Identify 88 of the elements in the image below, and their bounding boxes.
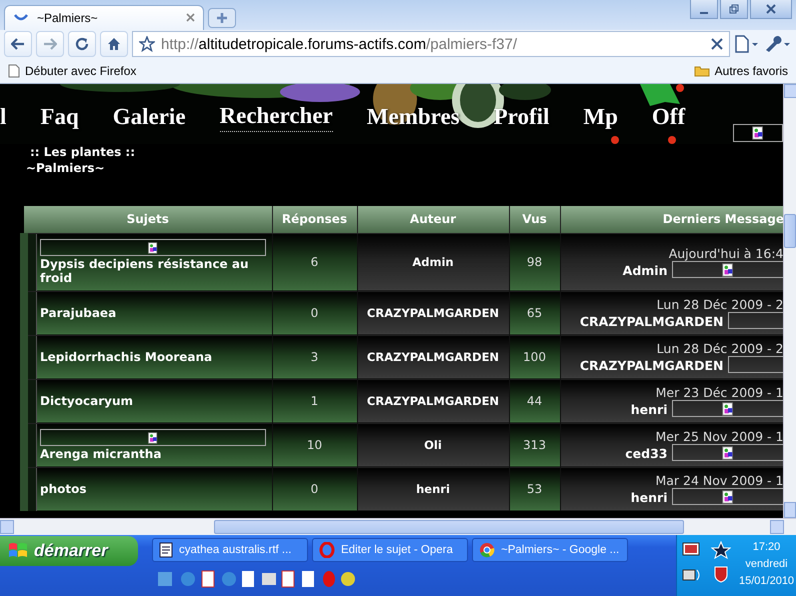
column-header: Sujets: [24, 206, 272, 234]
close-icon[interactable]: [711, 38, 723, 50]
table-cell: 313: [523, 438, 546, 452]
nav-link[interactable]: l: [0, 104, 6, 132]
author-link[interactable]: henri: [630, 490, 668, 506]
nav-link[interactable]: Rechercher: [220, 102, 333, 132]
broken-image-icon: [721, 402, 735, 416]
table-cell: 3: [310, 350, 318, 364]
reload-icon: [75, 37, 89, 52]
nav-link[interactable]: Off: [652, 104, 686, 132]
author-link[interactable]: CRAZYPALMGARDEN: [580, 358, 724, 374]
opera-icon: [319, 542, 335, 558]
author-link[interactable]: Admin: [622, 263, 668, 278]
broken-image-icon: [721, 262, 735, 277]
document-icon: [159, 542, 173, 558]
nav-link[interactable]: Membres: [366, 104, 460, 132]
broken-image-icon: [147, 432, 159, 444]
broken-image-icon: [721, 446, 735, 460]
nav-link[interactable]: Mp: [583, 104, 618, 132]
breadcrumb-link[interactable]: :: Les plantes ::: [26, 144, 783, 160]
table-cell: 1: [310, 394, 318, 408]
table-cell: 98: [526, 255, 542, 270]
last-post-date: Mar 24 Nov 2009 - 1: [654, 473, 783, 488]
last-post-date: Lun 28 Déc 2009 - 2: [656, 297, 783, 312]
broken-image-icon: [721, 490, 735, 504]
table-cell: 65: [526, 306, 542, 320]
home-icon: [107, 37, 121, 52]
bookmark-item[interactable]: Débuter avec Firefox: [8, 64, 136, 78]
author-link[interactable]: henri: [630, 402, 668, 418]
column-header: Derniers Message: [560, 206, 783, 234]
broken-image-icon: [147, 242, 159, 254]
taskbar-button[interactable]: cyathea australis.rtf ...: [152, 538, 308, 562]
column-header: Vus: [509, 206, 560, 234]
browser-tab[interactable]: ~Palmiers~: [4, 4, 204, 30]
page-menu-icon[interactable]: [734, 35, 760, 54]
close-button[interactable]: [750, 0, 792, 19]
clock-time: 17:20: [752, 540, 780, 553]
last-post-date: Aujourd'hui à 16:4: [668, 246, 783, 262]
nav-link[interactable]: Faq: [40, 104, 79, 132]
restore-button[interactable]: [720, 0, 748, 19]
loading-icon: [13, 12, 29, 23]
taskbar-button[interactable]: ~Palmiers~ - Google ...: [472, 538, 628, 562]
broken-image-icon: [751, 126, 765, 140]
clock-day: vendredi: [745, 558, 788, 570]
home-button[interactable]: [100, 31, 128, 58]
shield-icon[interactable]: [713, 564, 729, 583]
author-link[interactable]: Oli: [424, 438, 442, 452]
nav-link[interactable]: Galerie: [112, 104, 186, 132]
author-link[interactable]: CRAZYPALMGARDEN: [580, 314, 724, 330]
forum-title: ~Palmiers~: [26, 160, 106, 176]
chrome-icon: [479, 542, 495, 558]
folder-icon: [694, 65, 710, 78]
column-header: Auteur: [357, 206, 509, 234]
page-icon: [8, 64, 20, 78]
vertical-scrollbar[interactable]: [783, 84, 796, 518]
horizontal-scrollbar[interactable]: [0, 518, 796, 535]
last-post-date: Mer 25 Nov 2009 - 1: [654, 429, 783, 444]
last-post-date: Mer 23 Déc 2009 - 1: [654, 385, 783, 400]
minimize-button[interactable]: [690, 0, 718, 19]
table-cell: 0: [310, 482, 318, 496]
table-cell: 44: [526, 394, 542, 408]
author-link[interactable]: ced33: [625, 446, 668, 462]
table-cell: 0: [310, 306, 318, 320]
plus-icon: [216, 12, 228, 24]
minimize-icon: [700, 12, 708, 14]
column-header: Réponses: [272, 206, 357, 234]
star-icon[interactable]: [139, 36, 155, 52]
back-arrow-icon: [11, 38, 25, 50]
last-post-date: Lun 28 Déc 2009 - 2: [656, 341, 783, 356]
close-icon[interactable]: [186, 13, 195, 22]
table-cell: 53: [526, 482, 542, 496]
wrench-icon[interactable]: [764, 35, 792, 54]
table-cell: 100: [523, 350, 546, 364]
bookmark-folder[interactable]: Autres favoris: [694, 64, 788, 78]
close-icon: [766, 4, 776, 14]
author-link[interactable]: henri: [416, 482, 450, 496]
reload-button[interactable]: [68, 31, 96, 58]
flag-icon: [8, 542, 28, 560]
nav-link[interactable]: Profil: [494, 104, 550, 132]
table-cell: 6: [310, 255, 318, 270]
back-button[interactable]: [4, 31, 32, 58]
table-cell: 10: [306, 438, 322, 452]
new-tab-button[interactable]: [208, 8, 236, 28]
taskbar-button[interactable]: Editer le sujet - Opera: [312, 538, 468, 562]
forward-arrow-icon: [43, 38, 57, 50]
clock-date: 15/01/2010: [739, 574, 794, 587]
restore-icon: [729, 4, 739, 14]
author-link[interactable]: Admin: [412, 255, 454, 270]
